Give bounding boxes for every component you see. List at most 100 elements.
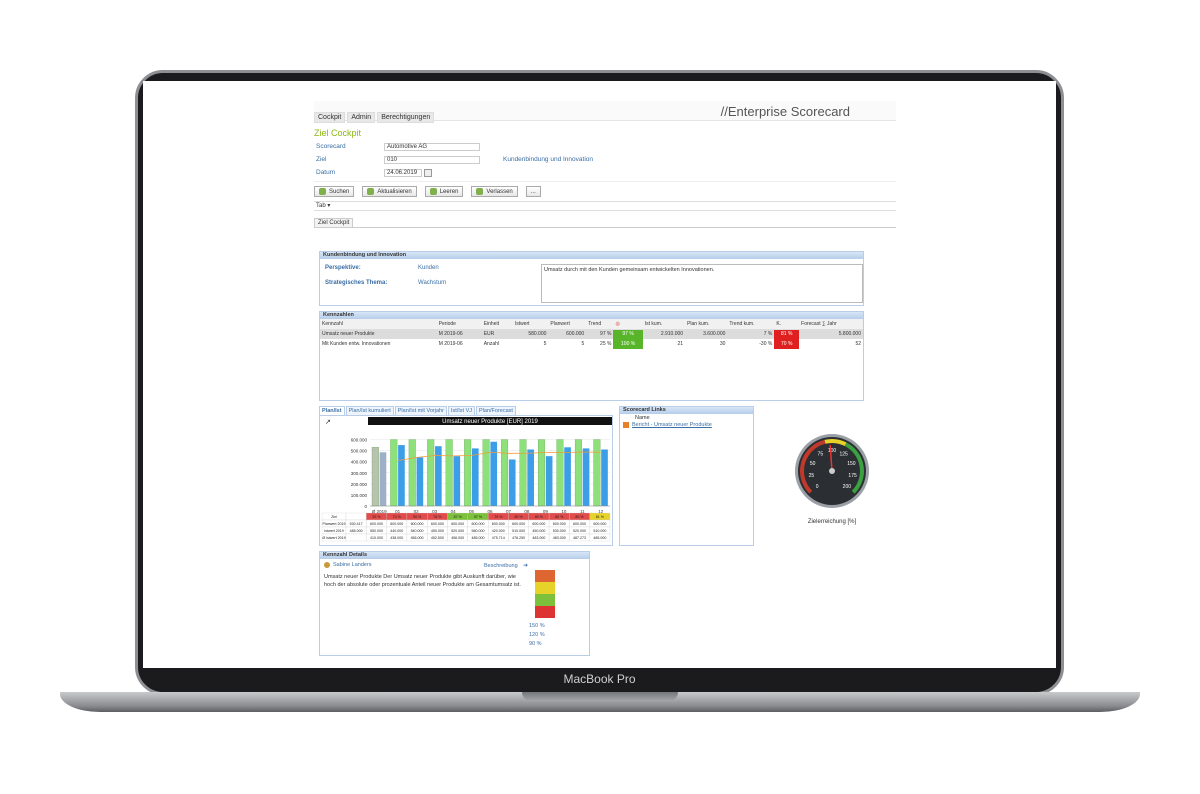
chart-table-text: 476.250 — [512, 536, 525, 540]
bar-plan — [482, 439, 490, 507]
links-panel: Scorecard Links Name Bericht - Umsatz ne… — [619, 406, 754, 546]
col-kennzahl[interactable]: Kennzahl — [320, 319, 437, 330]
col-periode[interactable]: Periode — [436, 319, 482, 330]
suchen-label: Suchen — [329, 188, 350, 195]
chart-title: Umsatz neuer Produkte [EUR] 2019 — [442, 419, 538, 425]
bar-ist — [453, 456, 461, 506]
report-link[interactable]: Bericht - Umsatz neuer Produkte — [632, 422, 712, 428]
target-icon: ◎ — [615, 320, 620, 327]
kpi-ist: 580.000 — [528, 331, 547, 338]
chart-table-text: 600.000 — [451, 522, 464, 526]
scorecard-field[interactable]: Automotive AG — [384, 143, 480, 151]
chart-table-text: 600.000 — [573, 522, 586, 526]
y-tick-label: 400.000 — [351, 460, 368, 465]
chart-table-text: 92 % — [372, 515, 381, 519]
threshold-120: 120 % — [529, 632, 545, 638]
detail-panel: Kennzahl Details Sabine Landers Beschrei… — [319, 551, 590, 656]
chart-table-text: 510.000 — [593, 529, 606, 533]
kpi-trend-kum: 7 % — [763, 331, 773, 338]
chart-table-text: 475.714 — [492, 536, 505, 540]
chart-table-text: 420.000 — [492, 529, 505, 533]
table-row[interactable]: Umsatz neuer Produkte M 2019-06 EUR 580.… — [320, 329, 863, 339]
owner-name: Sabine Landers — [333, 562, 372, 568]
kpi-zielgrad: 97 % — [613, 329, 643, 339]
verlassen-button[interactable]: Verlassen — [471, 186, 518, 197]
gauge-label: Zielerreichung [%] — [808, 519, 857, 525]
gauge-tick-label: 200 — [843, 484, 852, 490]
goal-description: Umsatz durch mit den Kunden gemeinsam en… — [541, 264, 863, 303]
col-trend[interactable]: Trend — [586, 319, 614, 330]
menu-berechtigungen[interactable]: Berechtigungen — [377, 112, 435, 123]
col-target-icon[interactable]: ◎ — [613, 319, 643, 330]
col-forecast[interactable]: Forecast ∑ Jahr — [799, 319, 863, 330]
ziel-field[interactable]: 010 — [384, 156, 480, 164]
suchen-button[interactable]: Suchen — [314, 186, 355, 197]
perspektive-value: Kunden — [418, 265, 439, 271]
datum-field[interactable]: 24.06.2019 — [384, 169, 422, 177]
subtab-bar: Ziel Cockpit — [314, 218, 896, 228]
aktualisieren-label: Aktualisieren — [377, 188, 412, 195]
chart-table-text: 97 % — [474, 515, 483, 519]
button-row: Suchen Aktualisieren Leeren Verlassen ..… — [314, 186, 896, 197]
gauge-tick-label: 25 — [809, 473, 815, 479]
goal-panel-title: Kundenbindung und Innovation — [320, 252, 863, 259]
chart-table-text: Ziel — [331, 515, 337, 519]
kpi-name[interactable]: Umsatz neuer Produkte — [320, 329, 437, 339]
chart-table-cell — [345, 533, 367, 542]
menu-admin[interactable]: Admin — [347, 112, 376, 123]
kpi-plan-kum: 3.600.000 — [703, 331, 726, 338]
chart-table-text: 79 % — [494, 515, 503, 519]
col-trend-kum[interactable]: Trend kum. — [727, 319, 775, 330]
expand-icon: ↗ — [325, 418, 331, 426]
detail-panel-title: Kennzahl Details — [320, 552, 589, 559]
kpi-trend: 25 % — [600, 341, 612, 347]
y-tick-label: 300.000 — [351, 471, 368, 476]
bar-ist — [508, 459, 516, 506]
datum-label: Datum — [316, 169, 336, 176]
chart-table-text: 600.000 — [472, 522, 485, 526]
kpi-name[interactable]: Mit Kunden entw. Innovationen — [320, 339, 437, 349]
top-bar: Cockpit Admin Berechtigungen //Enterpris… — [314, 101, 896, 123]
traffic-light-icon — [535, 570, 555, 618]
calendar-icon[interactable] — [424, 169, 432, 177]
chart-table-text: 80 % — [555, 515, 564, 519]
bar-ist — [490, 441, 498, 506]
arrow-right-icon[interactable]: ➜ — [523, 562, 528, 569]
col-k[interactable]: K. — [774, 319, 800, 330]
gauge-tick-label: 50 — [810, 461, 816, 467]
col-plan-kum[interactable]: Plan kum. — [685, 319, 728, 330]
bar-plan — [501, 439, 509, 507]
col-planwert[interactable]: Planwert — [548, 319, 587, 330]
tab-ziel-cockpit[interactable]: Ziel Cockpit — [314, 218, 354, 227]
chart-table-text: 485.000 — [593, 536, 606, 540]
goal-panel: Kundenbindung und Innovation Perspektive… — [319, 251, 864, 306]
col-istwert[interactable]: Istwert — [512, 319, 549, 330]
col-einheit[interactable]: Einheit — [481, 319, 513, 330]
report-icon — [623, 422, 629, 428]
gauge: 025 5075 100125 150 175 200 Zielerreichung [%] — [795, 434, 869, 525]
chart-table-text: 483.000 — [532, 536, 545, 540]
bar-ist — [527, 449, 534, 506]
perspektive-label: Perspektive: — [325, 265, 361, 271]
table-row[interactable]: Mit Kunden entw. Innovationen M 2019-06 … — [320, 339, 863, 349]
chart-table-text: 450.000 — [532, 529, 545, 533]
chart-table-text: 80 % — [515, 515, 524, 519]
bar-plan — [390, 439, 398, 507]
threshold-list: 150 % 120 % 90 % — [529, 622, 545, 649]
chart-table-text: 81 % — [596, 515, 605, 519]
kpi-header-row: Kennzahl Periode Einheit Istwert Planwer… — [320, 319, 863, 330]
beschreibung-link[interactable]: Beschreibung — [484, 563, 518, 569]
chart-table-text: 73 % — [393, 515, 402, 519]
search-icon — [319, 188, 326, 195]
menu-cockpit[interactable]: Cockpit — [314, 112, 346, 123]
aktualisieren-button[interactable]: Aktualisieren — [362, 186, 417, 197]
bar-ist — [582, 448, 590, 506]
screen: Cockpit Admin Berechtigungen //Enterpris… — [143, 81, 1056, 675]
more-button[interactable]: ... — [525, 186, 541, 197]
col-ist-kum[interactable]: Ist kum. — [642, 319, 686, 330]
chart-table-text: 485.000 — [350, 529, 363, 533]
thema-label: Strategisches Thema: — [325, 280, 388, 286]
bar-plan — [371, 447, 379, 507]
tab-menu[interactable]: Tab ▾ — [316, 203, 330, 209]
leeren-button[interactable]: Leeren — [424, 186, 464, 197]
